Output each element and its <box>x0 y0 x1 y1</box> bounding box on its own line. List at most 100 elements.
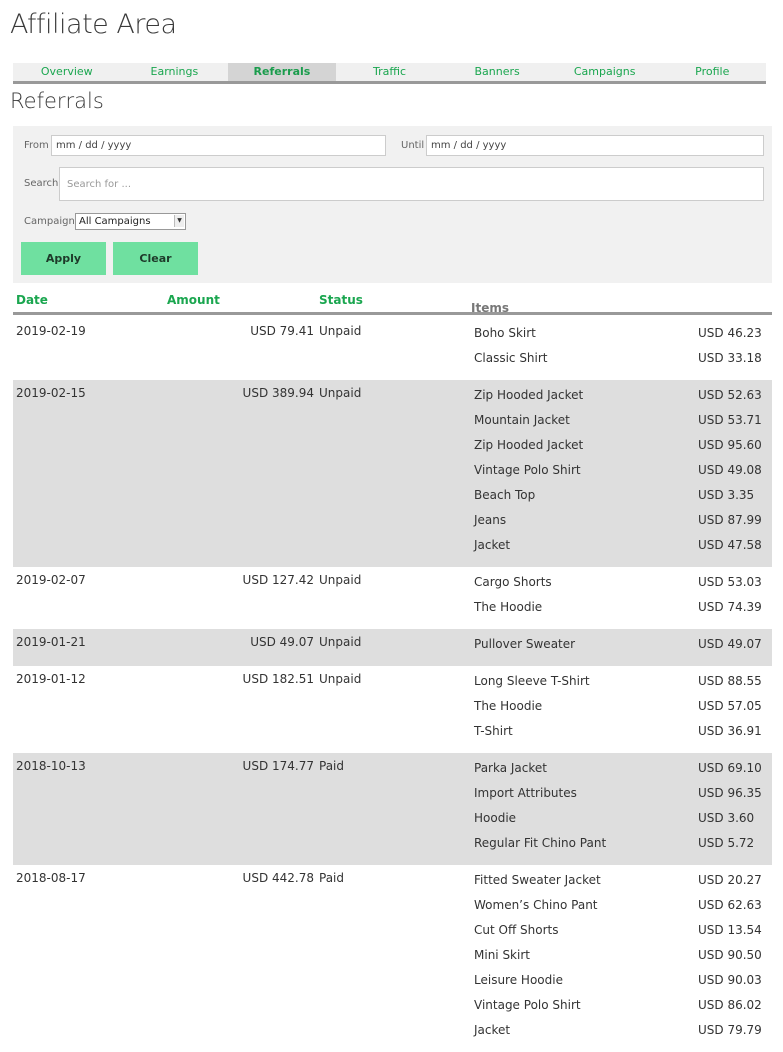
item-price: USD 74.39 <box>698 600 762 614</box>
column-header-amount: Amount <box>167 293 220 307</box>
page-title: Affiliate Area <box>10 9 177 40</box>
column-header-items: Items <box>471 301 509 315</box>
list-item: Zip Hooded Jacket USD 95.60 <box>13 438 772 463</box>
list-item: Mountain Jacket USD 53.71 <box>13 413 772 438</box>
item-price: USD 87.99 <box>698 513 762 527</box>
referral-items: Parka Jacket USD 69.10 Import Attributes US… <box>13 753 772 865</box>
item-price: USD 52.63 <box>698 388 762 402</box>
item-name: Cargo Shorts <box>474 575 552 589</box>
item-name: Zip Hooded Jacket <box>474 438 584 452</box>
item-price: USD 36.91 <box>698 724 762 738</box>
item-name: Vintage Polo Shirt <box>474 463 581 477</box>
tab-profile[interactable]: Profile <box>658 63 766 81</box>
item-name: Import Attributes <box>474 786 577 800</box>
referrals-table: 2019-02-19 USD 79.41 Unpaid Boho Skirt USD 4… <box>13 318 772 1052</box>
item-name: T-Shirt <box>474 724 513 738</box>
campaign-select[interactable]: All Campaigns ▼ <box>75 213 186 230</box>
item-price: USD 13.54 <box>698 923 762 937</box>
list-item: Parka Jacket USD 69.10 <box>13 761 772 786</box>
from-label: From <box>24 140 49 151</box>
table-row: 2019-01-12 USD 182.51 Unpaid Long Sleeve T-… <box>13 666 772 753</box>
item-name: Jacket <box>474 538 511 552</box>
table-header: Date Amount Status Items <box>13 292 772 315</box>
item-name: Mountain Jacket <box>474 413 570 427</box>
campaign-select-value: All Campaigns <box>79 216 151 227</box>
list-item: Jacket USD 79.79 <box>13 1023 772 1048</box>
item-price: USD 88.55 <box>698 674 762 688</box>
item-name: Mini Skirt <box>474 948 530 962</box>
item-price: USD 90.03 <box>698 973 762 987</box>
tab-earnings[interactable]: Earnings <box>121 63 229 81</box>
tab-referrals[interactable]: Referrals <box>228 63 336 81</box>
list-item: Leisure Hoodie USD 90.03 <box>13 973 772 998</box>
list-item: The Hoodie USD 57.05 <box>13 699 772 724</box>
list-item: Zip Hooded Jacket USD 52.63 <box>13 388 772 413</box>
list-item: Vintage Polo Shirt USD 49.08 <box>13 463 772 488</box>
list-item: Cut Off Shorts USD 13.54 <box>13 923 772 948</box>
item-name: Hoodie <box>474 811 517 825</box>
item-name: Leisure Hoodie <box>474 973 563 987</box>
item-price: USD 57.05 <box>698 699 762 713</box>
item-name: Boho Skirt <box>474 326 536 340</box>
item-price: USD 86.02 <box>698 998 762 1012</box>
item-price: USD 69.10 <box>698 761 762 775</box>
search-label: Search <box>24 178 59 189</box>
referral-items: Pullover Sweater USD 49.07 <box>13 629 772 666</box>
list-item: Hoodie USD 3.60 <box>13 811 772 836</box>
list-item: Vintage Polo Shirt USD 86.02 <box>13 998 772 1023</box>
item-price: USD 3.60 <box>698 811 755 825</box>
list-item: The Hoodie USD 74.39 <box>13 600 772 625</box>
item-name: Jacket <box>474 1023 511 1037</box>
list-item: Women’s Chino Pant USD 62.63 <box>13 898 772 923</box>
list-item: Beach Top USD 3.35 <box>13 488 772 513</box>
item-price: USD 79.79 <box>698 1023 762 1037</box>
item-price: USD 3.35 <box>698 488 755 502</box>
tab-campaigns[interactable]: Campaigns <box>551 63 659 81</box>
item-price: USD 5.72 <box>698 836 755 850</box>
item-name: Cut Off Shorts <box>474 923 559 937</box>
filter-panel: From mm / dd / yyyy Until mm / dd / yyyy… <box>13 126 772 283</box>
tab-banners[interactable]: Banners <box>443 63 551 81</box>
item-name: The Hoodie <box>474 699 543 713</box>
item-price: USD 53.03 <box>698 575 762 589</box>
item-name: Fitted Sweater Jacket <box>474 873 601 887</box>
item-name: Long Sleeve T-Shirt <box>474 674 590 688</box>
item-price: USD 95.60 <box>698 438 762 452</box>
clear-button[interactable]: Clear <box>113 242 198 275</box>
search-input[interactable]: Search for ... <box>59 167 764 201</box>
item-price: USD 33.18 <box>698 351 762 365</box>
table-row: 2019-02-19 USD 79.41 Unpaid Boho Skirt USD 4… <box>13 318 772 380</box>
section-title: Referrals <box>10 89 104 113</box>
item-price: USD 47.58 <box>698 538 762 552</box>
list-item: Jacket USD 47.58 <box>13 538 772 563</box>
list-item: Classic Shirt USD 33.18 <box>13 351 772 376</box>
list-item: Regular Fit Chino Pant USD 5.72 <box>13 836 772 861</box>
item-price: USD 96.35 <box>698 786 762 800</box>
tab-overview[interactable]: Overview <box>13 63 121 81</box>
item-name: Zip Hooded Jacket <box>474 388 584 402</box>
item-name: Classic Shirt <box>474 351 548 365</box>
table-row: 2018-10-13 USD 174.77 Paid Parka Jacket USD … <box>13 753 772 865</box>
campaign-label: Campaign <box>24 216 75 227</box>
until-label: Until <box>401 140 425 151</box>
referral-items: Long Sleeve T-Shirt USD 88.55 The Hoodie US… <box>13 666 772 753</box>
list-item: Cargo Shorts USD 53.03 <box>13 575 772 600</box>
item-name: Parka Jacket <box>474 761 547 775</box>
chevron-down-icon: ▼ <box>174 215 184 227</box>
item-name: Vintage Polo Shirt <box>474 998 581 1012</box>
tab-traffic[interactable]: Traffic <box>336 63 444 81</box>
until-date-input[interactable]: mm / dd / yyyy <box>426 135 764 156</box>
item-price: USD 46.23 <box>698 326 762 340</box>
tab-bar: Overview Earnings Referrals Traffic Bann… <box>13 63 766 84</box>
from-date-input[interactable]: mm / dd / yyyy <box>51 135 386 156</box>
apply-button[interactable]: Apply <box>21 242 106 275</box>
item-price: USD 49.07 <box>698 637 762 651</box>
referral-items: Cargo Shorts USD 53.03 The Hoodie USD 74.39 <box>13 567 772 629</box>
list-item: Pullover Sweater USD 49.07 <box>13 637 772 662</box>
list-item: T-Shirt USD 36.91 <box>13 724 772 749</box>
referral-items: Boho Skirt USD 46.23 Classic Shirt USD 33.1… <box>13 318 772 380</box>
item-name: Pullover Sweater <box>474 637 576 651</box>
item-price: USD 62.63 <box>698 898 762 912</box>
table-row: 2019-02-15 USD 389.94 Unpaid Zip Hooded Jac… <box>13 380 772 567</box>
column-header-status: Status <box>319 293 363 307</box>
